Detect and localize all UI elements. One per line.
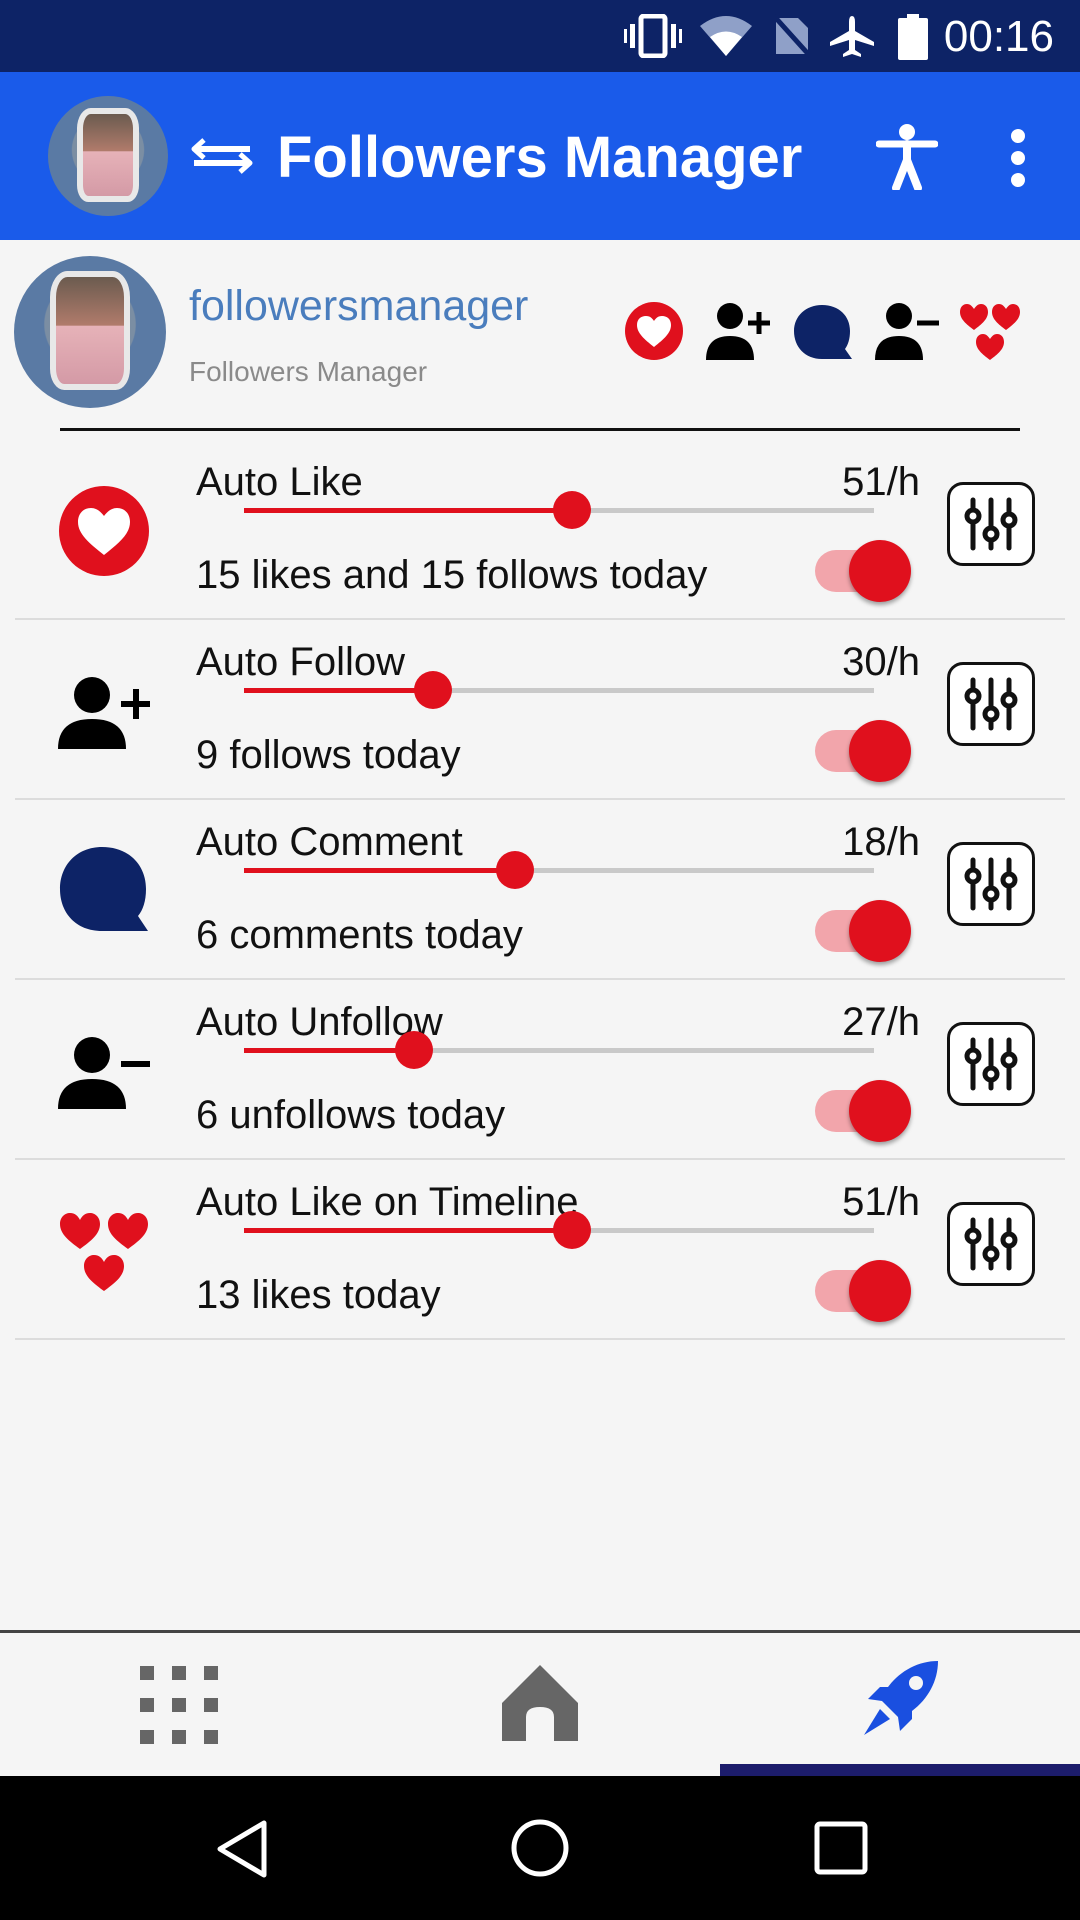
settings-button[interactable] [947,1202,1035,1286]
tune-icon [964,1037,1018,1091]
auto-like-timeline-row: Auto Like on Timeline 51/h 13 likes toda… [0,1160,1080,1340]
person-remove-icon[interactable] [875,300,939,360]
vibrate-icon [624,14,682,58]
hearts-icon [60,1213,148,1291]
row-title: Auto Like on Timeline [196,1180,579,1224]
settings-button[interactable] [947,662,1035,746]
settings-button[interactable] [947,1022,1035,1106]
app-bar: Followers Manager [0,72,1080,240]
enable-toggle[interactable] [815,720,911,782]
person-add-icon[interactable] [706,300,770,360]
row-today: 9 follows today [196,733,461,777]
slider-fill [244,688,433,693]
row-today: 6 comments today [196,913,523,957]
slider-fill [244,1228,572,1233]
auto-comment-row: Auto Comment 18/h 6 comments today [0,800,1080,980]
tune-icon [964,857,1018,911]
rate-slider[interactable] [244,1031,874,1069]
home-circle-icon[interactable] [510,1818,570,1878]
status-bar: 00:16 [0,0,1080,72]
hearts-icon[interactable] [958,300,1022,362]
profile-divider [60,428,1020,431]
recents-icon[interactable] [814,1821,868,1875]
row-title: Auto Follow [196,640,405,684]
rate-slider[interactable] [244,851,874,889]
toggle-knob [849,900,911,962]
enable-toggle[interactable] [815,540,911,602]
slider-fill [244,508,572,513]
row-rate: 30/h [842,640,920,684]
profile-username[interactable]: followersmanager [189,282,528,331]
auto-follow-row: Auto Follow 30/h 9 follows today [0,620,1080,800]
slider-thumb[interactable] [395,1031,434,1069]
row-title: Auto Comment [196,820,463,864]
slider-fill [244,868,515,873]
person-remove-icon [58,1037,150,1109]
slider-thumb[interactable] [552,1211,591,1249]
rate-slider[interactable] [244,491,874,529]
active-tab-indicator [720,1764,1080,1776]
row-rate: 51/h [842,1180,920,1224]
person-add-icon [58,677,150,749]
toggle-knob [849,540,911,602]
enable-toggle[interactable] [815,1260,911,1322]
profile-display-name: Followers Manager [189,356,428,387]
tune-icon [964,677,1018,731]
slider-fill [244,1048,415,1053]
heart-icon[interactable] [624,301,684,361]
toggle-knob [849,1080,911,1142]
no-sim-icon [772,14,812,58]
bottom-navigation [0,1630,1080,1776]
tune-icon [964,1217,1018,1271]
profile-avatar[interactable] [14,256,166,408]
accessibility-icon[interactable] [876,124,938,190]
settings-button[interactable] [947,842,1035,926]
toggle-knob [849,1260,911,1322]
row-today: 6 unfollows today [196,1093,506,1137]
airplane-icon [830,16,874,57]
avatar[interactable] [48,96,168,216]
row-rate: 51/h [842,460,920,504]
slider-thumb[interactable] [495,851,534,889]
swap-icon[interactable] [190,134,254,178]
settings-button[interactable] [947,482,1035,566]
back-icon[interactable] [214,1818,270,1880]
enable-toggle[interactable] [815,1080,911,1142]
more-vert-icon[interactable] [1006,128,1030,188]
auto-unfollow-row: Auto Unfollow 27/h 6 unfollows today [0,980,1080,1160]
row-rate: 18/h [842,820,920,864]
row-rate: 27/h [842,1000,920,1044]
enable-toggle[interactable] [815,900,911,962]
row-title: Auto Like [196,460,363,504]
row-today: 13 likes today [196,1273,441,1317]
comment-icon[interactable] [792,303,854,361]
tune-icon [964,497,1018,551]
slider-thumb[interactable] [414,671,452,709]
slider-thumb[interactable] [552,491,591,529]
app-title: Followers Manager [277,125,803,190]
home-icon[interactable] [500,1663,580,1743]
toggle-knob [849,720,911,782]
rate-slider[interactable] [244,671,874,709]
wifi-icon [700,16,752,56]
system-navigation-bar [0,1776,1080,1920]
apps-grid-icon[interactable] [140,1666,218,1744]
status-clock: 00:16 [943,12,1054,61]
rate-slider[interactable] [244,1211,874,1249]
auto-like-row: Auto Like 51/h 15 likes and 15 follows t… [0,440,1080,620]
comment-icon [60,847,148,931]
battery-icon [898,14,928,60]
heart-icon [59,486,149,576]
row-today: 15 likes and 15 follows today [196,553,708,597]
rocket-icon[interactable] [858,1657,942,1741]
